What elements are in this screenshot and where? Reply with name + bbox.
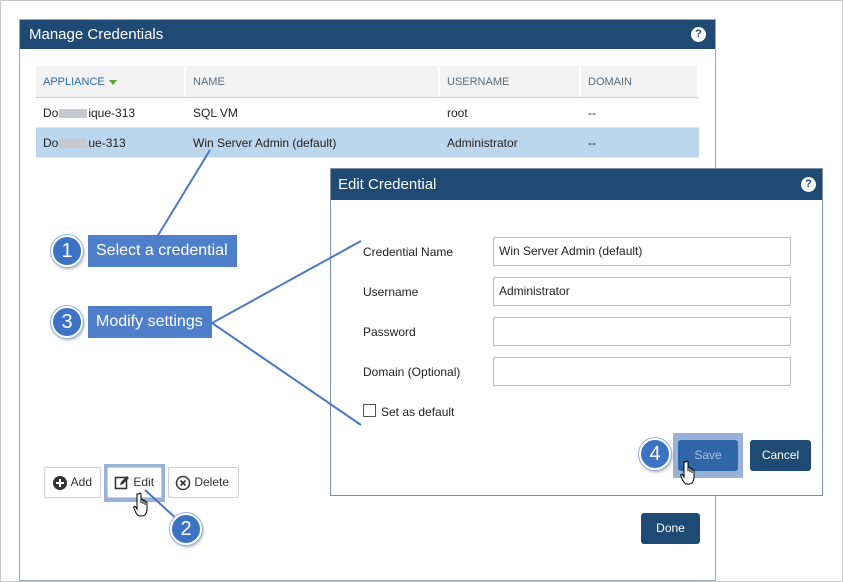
step-3-badge: 3: [51, 306, 83, 338]
hand-cursor-icon: [133, 492, 148, 517]
annotation-connectors: [144, 149, 362, 523]
hand-cursor-icon: [680, 460, 695, 485]
connector-step3-bottom: [211, 322, 362, 426]
step-1-badge: 1: [51, 235, 83, 267]
connector-step1: [156, 149, 211, 238]
step-4-badge: 4: [639, 438, 671, 470]
step-3-callout: Modify settings: [88, 306, 212, 338]
step-1-callout: Select a credential: [88, 235, 237, 267]
step-2-badge: 2: [170, 513, 202, 545]
